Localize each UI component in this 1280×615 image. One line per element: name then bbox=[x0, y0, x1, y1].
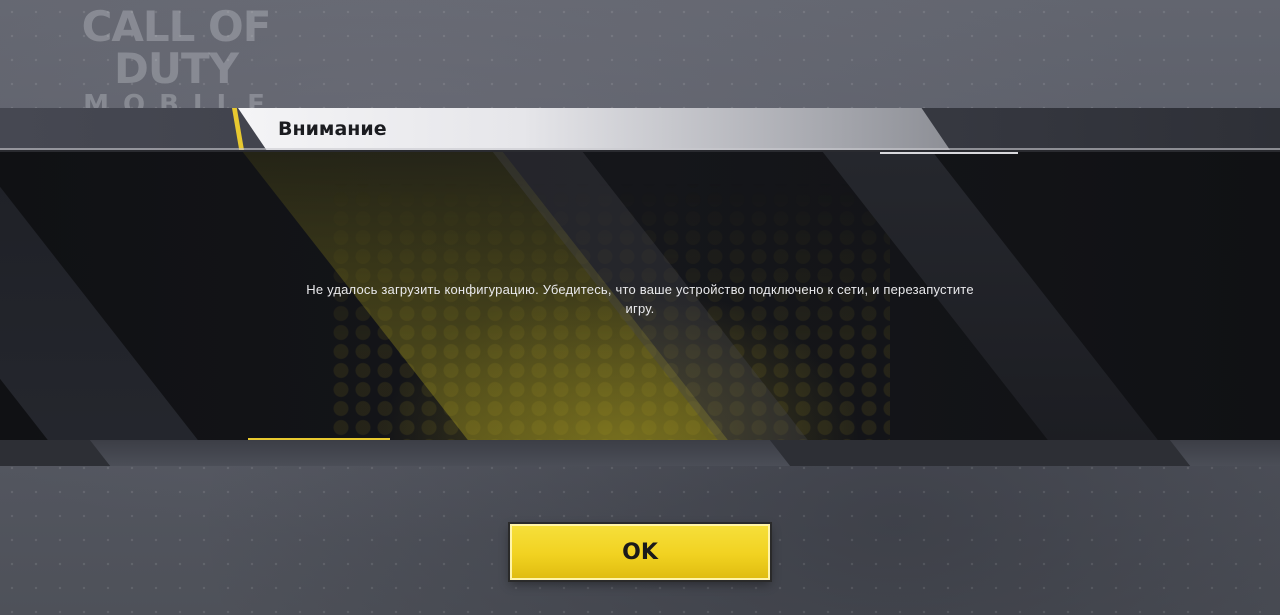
game-logo: CALL OF DUTY MOBILE bbox=[56, 2, 296, 119]
dialog-footer-strip bbox=[0, 440, 1280, 466]
divider bbox=[0, 148, 1280, 150]
decor-stripe bbox=[0, 440, 111, 466]
decor-stripe bbox=[769, 440, 1191, 466]
ok-button-label: OK bbox=[622, 539, 658, 565]
logo-title: CALL OF DUTY bbox=[81, 2, 272, 93]
ok-button[interactable]: OK bbox=[510, 524, 770, 580]
dialog-title: Внимание bbox=[278, 118, 387, 140]
decor-stripe bbox=[0, 152, 223, 442]
dialog-message: Не удалось загрузить конфигурацию. Убеди… bbox=[306, 282, 974, 316]
decor-line bbox=[880, 152, 1018, 154]
